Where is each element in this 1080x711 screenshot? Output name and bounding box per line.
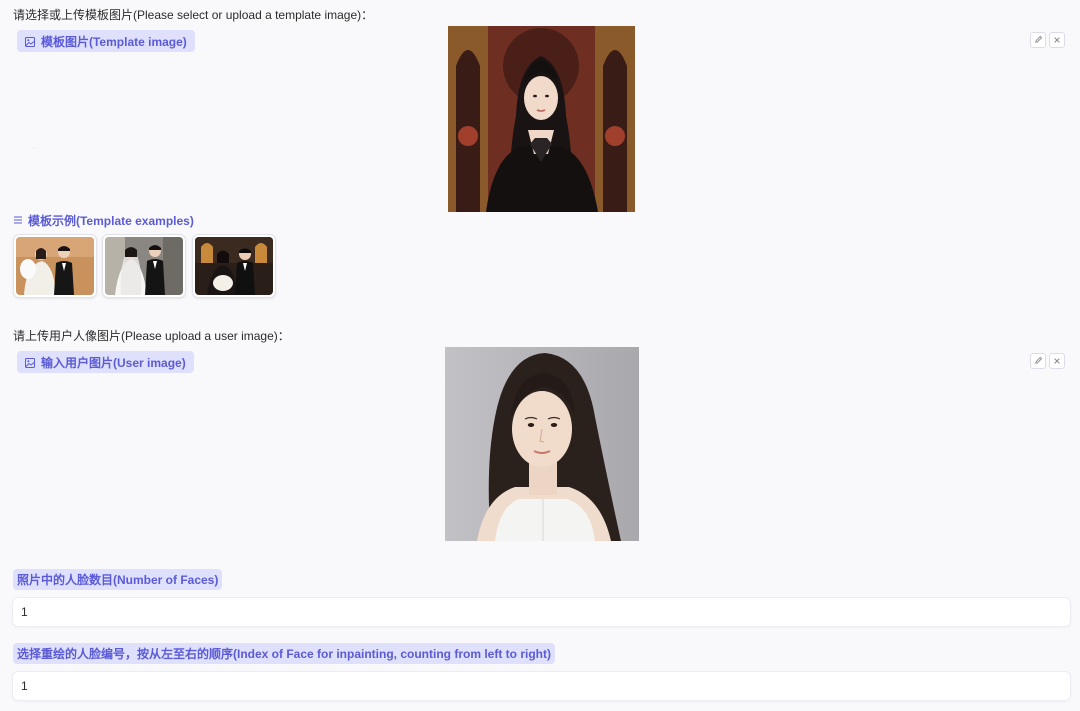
- index-label: 选择重绘的人脸编号，按从左至右的顺序(Index of Face for inp…: [17, 647, 551, 661]
- user-clear-button[interactable]: [1049, 353, 1065, 369]
- template-clear-button[interactable]: [1049, 32, 1065, 48]
- user-image-preview[interactable]: [445, 347, 639, 541]
- template-edit-button[interactable]: [1030, 32, 1046, 48]
- example-thumbnail-1[interactable]: [13, 234, 97, 298]
- image-icon: [25, 36, 35, 47]
- example-thumbnail-2[interactable]: [102, 234, 186, 298]
- pencil-icon: [1034, 31, 1043, 49]
- close-icon: [1053, 31, 1061, 49]
- image-icon: [25, 357, 35, 368]
- examples-header: 模板示例(Template examples): [13, 212, 194, 229]
- close-icon: [1053, 352, 1061, 370]
- list-icon: [13, 214, 23, 228]
- pencil-icon: [1034, 352, 1043, 370]
- index-label-chip: 选择重绘的人脸编号，按从左至右的顺序(Index of Face for inp…: [13, 643, 555, 664]
- template-prompt: 请选择或上传模板图片(Please select or upload a tem…: [13, 8, 374, 22]
- faces-label: 照片中的人脸数目(Number of Faces): [17, 573, 219, 587]
- index-value: 1: [21, 679, 28, 693]
- faces-label-chip: 照片中的人脸数目(Number of Faces): [13, 569, 223, 590]
- examples-label: 模板示例(Template examples): [28, 214, 194, 228]
- faces-number-input[interactable]: 1: [12, 597, 1071, 627]
- user-prompt: 请上传用户人像图片(Please upload a user image)：: [13, 329, 290, 343]
- example-thumbnail-3[interactable]: [192, 234, 276, 298]
- user-chip-label: 输入用户图片(User image): [41, 355, 186, 370]
- faces-value: 1: [21, 605, 28, 619]
- template-chip-label: 模板图片(Template image): [41, 34, 187, 49]
- watermark: ~: [28, 139, 41, 157]
- user-image-chip: 输入用户图片(User image): [17, 351, 194, 373]
- index-number-input[interactable]: 1: [12, 671, 1071, 701]
- template-image-preview[interactable]: [448, 26, 635, 212]
- user-edit-button[interactable]: [1030, 353, 1046, 369]
- template-image-chip: 模板图片(Template image): [17, 30, 195, 52]
